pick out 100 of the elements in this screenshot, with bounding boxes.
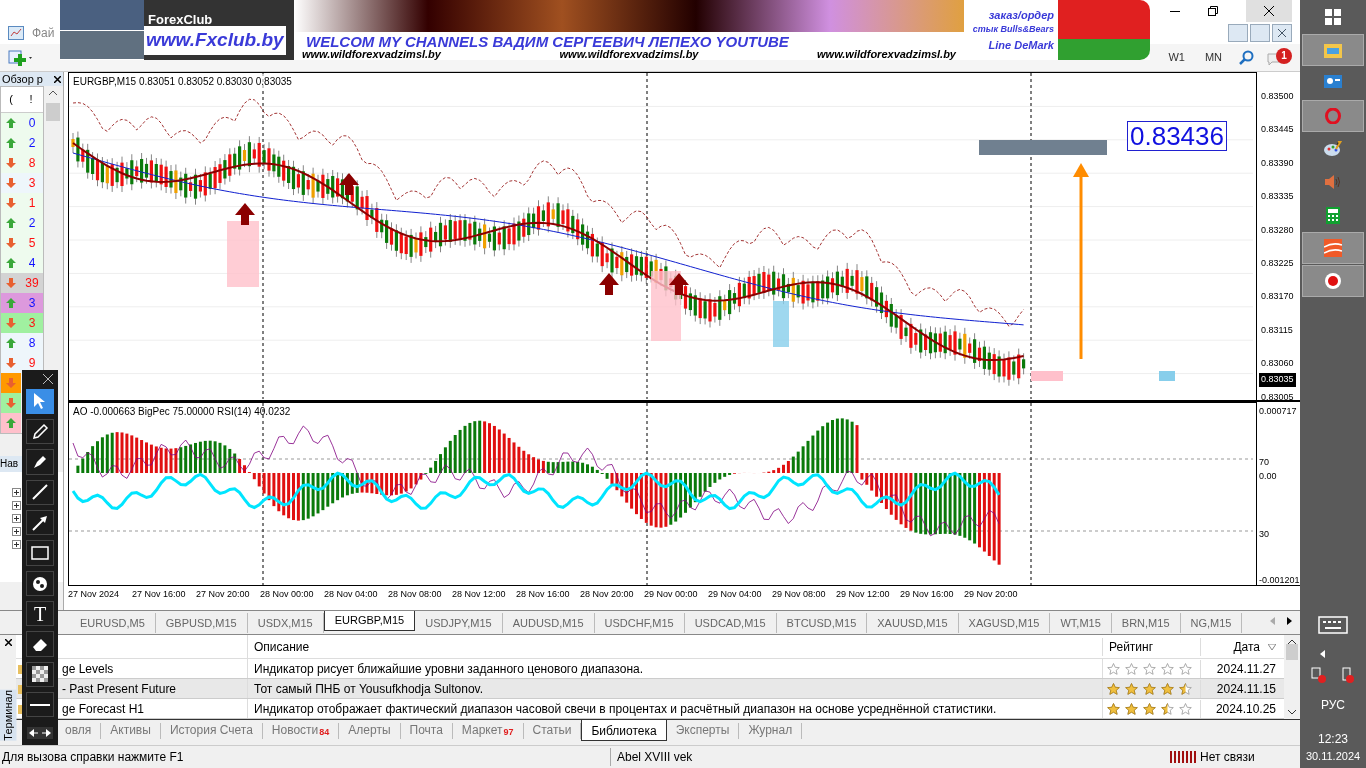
scroll-up-icon[interactable] <box>49 90 57 95</box>
terminal-tab[interactable]: Новости84 <box>262 723 340 739</box>
symbol-tab[interactable]: USDJPY,M15 <box>415 613 503 633</box>
symbol-tab[interactable]: EURUSD,M5 <box>70 613 156 633</box>
drawing-tool-button[interactable] <box>26 479 54 505</box>
market-row[interactable]: 4 <box>1 253 43 273</box>
market-row[interactable]: 8 <box>1 333 43 353</box>
library-row[interactable]: - Past Present Future Тот самый ПНБ от Yousufkhodja Sultonov. 2024.11.15 <box>16 679 1284 699</box>
restore-icon[interactable] <box>1208 6 1218 16</box>
market-row[interactable]: 2 <box>1 133 43 153</box>
banner-link[interactable]: www.wildforexvadzimsl.by <box>817 49 956 60</box>
power-error-icon[interactable] <box>1339 665 1355 684</box>
drawing-tool-button[interactable] <box>26 449 54 475</box>
banner-link[interactable]: www.wildforexvadzimsl.by <box>559 49 699 60</box>
expand-icon[interactable] <box>12 488 21 497</box>
price-chart[interactable]: EURGBP,M15 0.83051 0.83052 0.83030 0.83035 0.83436 <box>68 72 1256 400</box>
close-icon[interactable] <box>4 639 12 646</box>
terminal-tab[interactable]: Эксперты <box>666 723 740 739</box>
symbol-tab[interactable]: USDCHF,M15 <box>594 613 685 633</box>
market-row[interactable]: 8 <box>1 153 43 173</box>
scroll-thumb[interactable] <box>46 103 60 121</box>
search-icon[interactable] <box>1238 49 1254 66</box>
terminal-tab[interactable]: Библиотека <box>581 720 667 741</box>
symbol-tab[interactable]: USDCAD,M15 <box>684 613 777 633</box>
status-help-text: Для вызова справки нажмите F1 <box>1 749 185 766</box>
network-error-icon[interactable] <box>1311 665 1327 684</box>
symbol-tab[interactable]: WT,M15 <box>1050 613 1112 633</box>
indicator-chart[interactable]: AO -0.000663 BigPec 75.00000 RSI(14) 40.0232 <box>68 402 1256 585</box>
language-indicator[interactable]: РУС <box>1321 695 1345 714</box>
contact-card-icon[interactable] <box>1324 75 1342 91</box>
symbol-tab[interactable]: XAUUSD,M15 <box>867 613 959 633</box>
symbol-tab[interactable]: GBPUSD,M15 <box>155 613 248 633</box>
keyboard-icon[interactable] <box>1318 615 1348 634</box>
terminal-tab[interactable]: Алерты <box>339 723 401 739</box>
expand-icon[interactable] <box>12 540 21 549</box>
expand-icon[interactable] <box>12 527 21 536</box>
terminal-tab[interactable]: Почта <box>400 723 453 739</box>
market-row[interactable] <box>1 393 21 413</box>
symbol-tab[interactable]: USDX,M15 <box>247 613 324 633</box>
symbol-tab[interactable]: BTCUSD,M15 <box>776 613 868 633</box>
expand-icon[interactable] <box>12 501 21 510</box>
scroll-thumb[interactable] <box>1286 644 1298 660</box>
expand-icon[interactable] <box>12 514 21 523</box>
sort-icon[interactable] <box>1268 643 1276 650</box>
show-hidden-icon[interactable] <box>1320 649 1325 658</box>
drawing-tool-button[interactable] <box>26 388 54 414</box>
drawing-tool-button[interactable] <box>26 570 54 596</box>
palette-icon[interactable] <box>1324 141 1342 157</box>
library-row[interactable]: ge Levels Индикатор рисует ближайшие уровни заданного ценового диапазона. 2024.11.27 <box>16 659 1284 679</box>
menu-item[interactable]: Фай <box>32 24 55 42</box>
clock-time[interactable]: 12:23 <box>1318 729 1348 748</box>
column-header[interactable]: ! <box>21 91 41 108</box>
banner-ad[interactable]: ForexClub www.Fxclub.by WELCOM MY CHANNELS ВАДИМ СЕРГЕЕВИЧ ЛЕПЕХО YOUTUBE www.wildforexvadzimsl.by www.wildforexvadzimsl.by www.wildforexvadzimsl.by заказ/ордер стык Bulls&Bears Line DeMark <box>60 0 1150 60</box>
banner-link[interactable]: www.wildforexvadzimsl.by <box>302 49 441 60</box>
zone-rectangle <box>1159 371 1175 381</box>
market-row[interactable]: 3 <box>1 313 43 333</box>
windows-logo-icon[interactable] <box>1325 9 1341 25</box>
terminal-tab[interactable]: История Счета <box>160 723 263 739</box>
market-row[interactable]: 2 <box>1 213 43 233</box>
clock-date[interactable]: 30.11.2024 <box>1305 747 1361 764</box>
scroll-right-icon[interactable] <box>1287 617 1292 625</box>
symbol-tab[interactable]: AUDUSD,M15 <box>502 613 595 633</box>
drawing-tool-button[interactable] <box>26 691 54 718</box>
symbol-tab[interactable]: EURGBP,M15 <box>323 611 416 631</box>
timeframe-button[interactable]: W1 <box>1164 49 1189 66</box>
drawing-tool-button[interactable] <box>26 510 54 536</box>
market-row[interactable]: 3 <box>1 293 43 313</box>
trading-app-icon[interactable] <box>1324 239 1342 257</box>
market-row[interactable]: 1 <box>1 193 43 213</box>
symbol-tab[interactable]: NG,M15 <box>1180 613 1243 633</box>
market-row[interactable]: 0 <box>1 113 43 133</box>
speaker-icon[interactable] <box>1324 174 1342 190</box>
timeframe-button[interactable]: MN <box>1200 49 1226 66</box>
library-row[interactable]: ge Forecast H1 Индикатор отображает фактический диапазон часовой свечи в процентах и расчётный диапазон на основе усреднённой статистики. 2024.10.25 <box>16 699 1284 719</box>
symbol-tab[interactable]: XAGUSD,M15 <box>958 613 1051 633</box>
column-header[interactable]: Описание <box>248 637 1102 656</box>
market-row[interactable]: 9 <box>1 353 43 373</box>
drawing-tool-button[interactable] <box>26 419 54 445</box>
taskbar-app[interactable] <box>1302 265 1364 297</box>
drawing-tool-button[interactable]: T <box>26 600 54 627</box>
drawing-tool-button[interactable] <box>26 540 54 566</box>
column-header[interactable]: Рейтинг <box>1102 637 1200 656</box>
close-icon[interactable] <box>43 374 53 384</box>
close-icon[interactable] <box>54 75 61 83</box>
market-row[interactable]: 3 <box>1 173 43 193</box>
symbol-tab[interactable]: BRN,M15 <box>1111 613 1181 633</box>
drawing-tool-button[interactable] <box>26 661 54 687</box>
drawing-tool-button[interactable] <box>26 631 54 657</box>
terminal-tab[interactable]: Маркет97 <box>452 723 524 739</box>
new-order-icon[interactable] <box>8 47 34 68</box>
terminal-tab[interactable]: Журнал <box>739 723 803 739</box>
terminal-tab[interactable]: Активы <box>101 723 161 739</box>
market-row[interactable]: 5 <box>1 233 43 253</box>
record-icon[interactable] <box>1324 272 1342 290</box>
taskbar-app[interactable] <box>1302 232 1364 264</box>
column-header[interactable]: ( <box>1 91 21 108</box>
close-button[interactable] <box>1272 24 1292 42</box>
left-right-arrows-icon[interactable] <box>27 727 53 739</box>
scroll-down-icon[interactable] <box>1288 710 1296 715</box>
calculator-icon[interactable] <box>1326 206 1340 224</box>
